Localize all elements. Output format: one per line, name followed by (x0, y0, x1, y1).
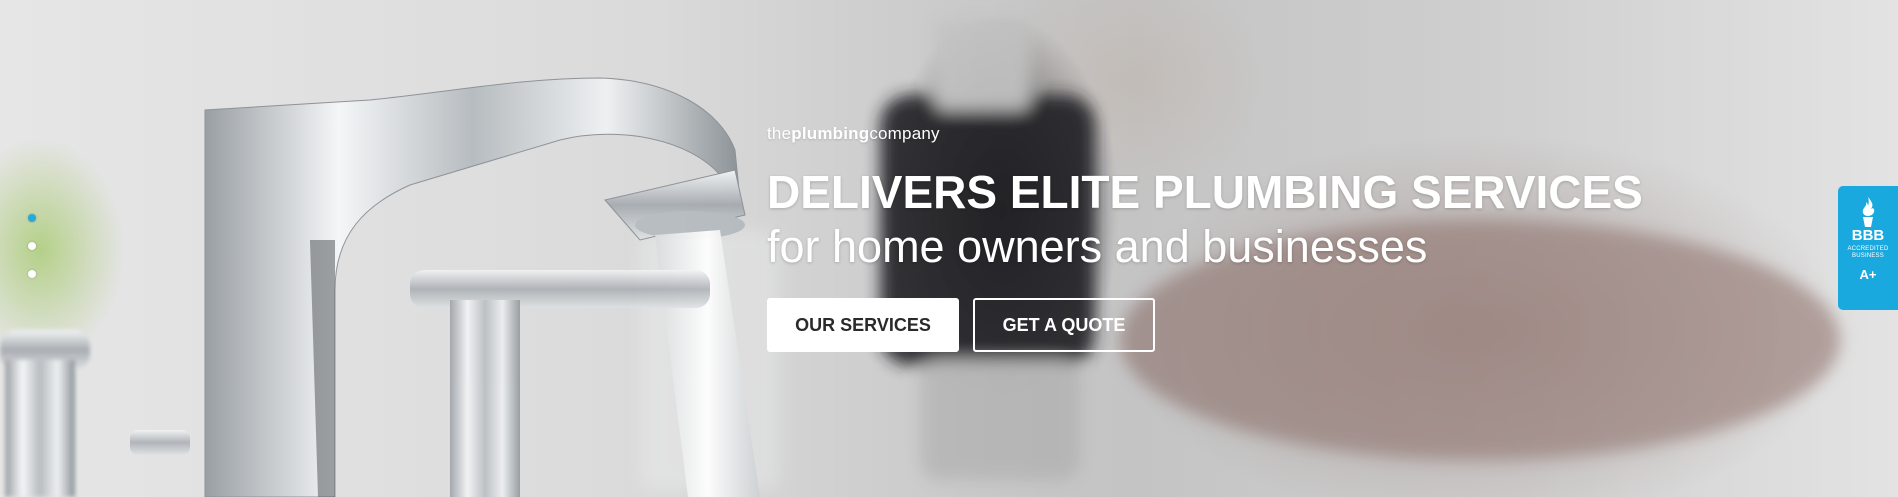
hero-headline: DELIVERS ELITE PLUMBING SERVICES (767, 166, 1643, 218)
bbb-line-2: BUSINESS (1852, 253, 1884, 259)
brand-logo[interactable]: theplumbingcompany (767, 124, 1643, 144)
bbb-line-1: ACCREDITED (1847, 246, 1889, 252)
bbb-torch-icon (1862, 197, 1875, 227)
brand-prefix: the (767, 124, 792, 143)
slider-dot-1[interactable] (28, 214, 36, 222)
bbb-accredited-text: ACCREDITED BUSINESS (1847, 246, 1888, 260)
slider-dot-3[interactable] (28, 270, 36, 278)
get-a-quote-button[interactable]: GET A QUOTE (973, 298, 1155, 352)
hero-subline: for home owners and businesses (767, 221, 1428, 272)
hero-buttons: OUR SERVICES GET A QUOTE (767, 298, 1643, 352)
hero-content: theplumbingcompany DELIVERS ELITE PLUMBI… (767, 124, 1643, 352)
slider-pagination (28, 214, 36, 278)
hero-banner: theplumbingcompany DELIVERS ELITE PLUMBI… (0, 0, 1898, 497)
bbb-rating: A+ (1859, 267, 1877, 282)
our-services-button[interactable]: OUR SERVICES (767, 298, 959, 352)
brand-suffix: company (869, 124, 940, 143)
bbb-title: BBB (1851, 227, 1885, 244)
brand-emphasis: plumbing (791, 124, 870, 143)
slider-dot-2[interactable] (28, 242, 36, 250)
bbb-badge[interactable]: BBB ACCREDITED BUSINESS A+ (1838, 186, 1898, 310)
